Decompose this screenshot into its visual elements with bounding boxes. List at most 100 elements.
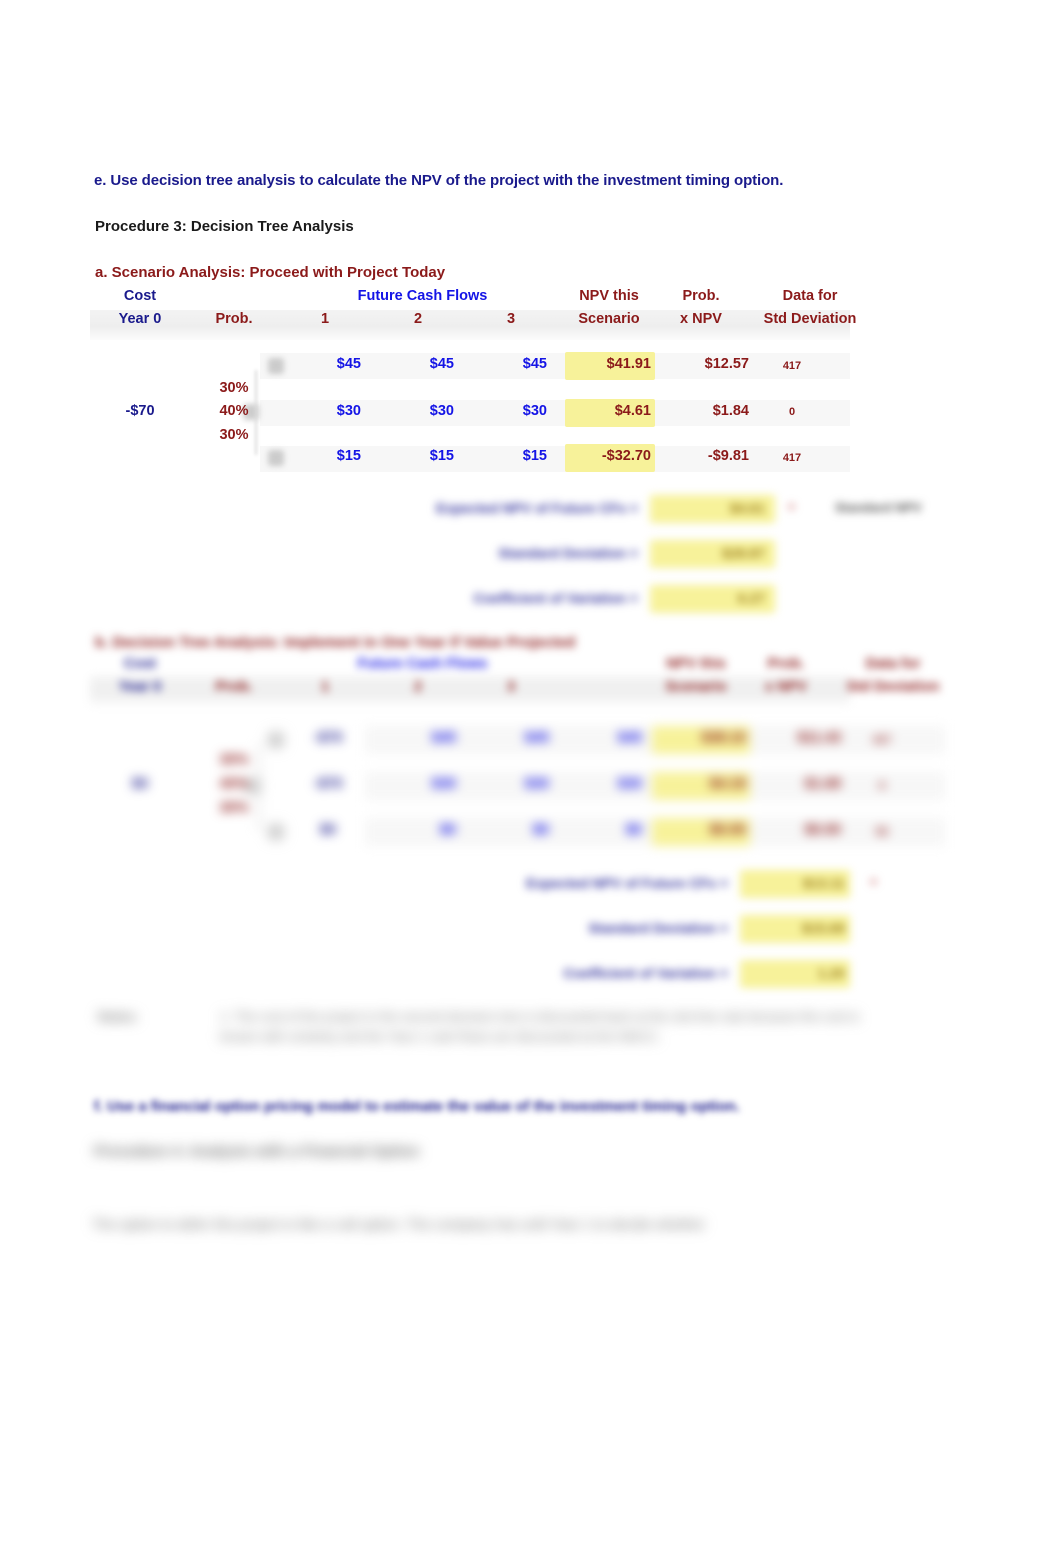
- scenario-row-cf1: $15: [336, 448, 361, 464]
- dt-row-cf3: $0: [625, 822, 642, 838]
- scenario-row-prob-x-npv: $12.57: [704, 356, 749, 372]
- dt-summary-value-std-deviation: $15.69: [802, 920, 845, 936]
- scenario-summary-block: Expected NPV of Future CFs = $4.61 = Sta…: [380, 490, 1000, 620]
- question-f-block: f. Use a financial option pricing model …: [90, 1098, 990, 1128]
- tree-node-icon: [268, 450, 284, 466]
- scenario-row-npv: $41.91: [606, 356, 651, 372]
- dt-row-npv: $0.00: [709, 822, 746, 838]
- dt-row-stddev-data: 417: [872, 734, 892, 746]
- dt-row-year1-cost: $0: [319, 822, 337, 838]
- scenario-row-cf3: $45: [522, 356, 547, 372]
- scenario-cost-year0: -$70: [125, 403, 155, 419]
- dt-row-prob-x-npv: $0.00: [804, 822, 841, 838]
- summary-label-coef-variation: Coefficient of Variation =: [473, 590, 638, 606]
- closing-text-block: The option to defer this project is like…: [88, 1216, 988, 1248]
- decision-tree-rows-block: $0 30% -$70 $45 $45 $45 $38.10 $11.43 41…: [90, 716, 990, 861]
- col-header-cost: Cost: [123, 288, 157, 304]
- scenario-row-prob: 30%: [219, 380, 249, 396]
- col-header-year-3: 3: [506, 311, 516, 327]
- col-header-future-cash-flows: Future Cash Flows: [357, 288, 488, 304]
- dt-summary-label-std-deviation: Standard Deviation =: [588, 920, 728, 936]
- dt-row-npv: $38.10: [701, 730, 746, 746]
- scenario-row-npv: $4.61: [614, 403, 651, 419]
- t2-col-header-future-cash-flows: Future Cash Flows: [357, 656, 488, 672]
- document-page: e. Use decision tree analysis to calcula…: [0, 0, 1062, 1556]
- col-header-npv-this: NPV this: [579, 288, 639, 304]
- scenario-row-stddev-data: 0: [788, 406, 796, 418]
- t2-col-header-year0: Year 0: [118, 679, 162, 695]
- col-header-std-deviation: Std Deviation: [763, 311, 857, 327]
- scenario-row-prob-x-npv: -$9.81: [707, 448, 749, 464]
- dt-summary-label-coef-variation: Coefficient of Variation =: [563, 965, 728, 981]
- col-header-year0: Year 0: [118, 311, 162, 327]
- tree-node-icon: [268, 824, 284, 840]
- col-header-year-2: 2: [413, 311, 423, 327]
- t2-col-header-cost: Cost: [123, 656, 157, 672]
- dt-row-prob-x-npv: $1.68: [804, 776, 841, 792]
- scenario-row-cf2: $30: [429, 403, 454, 419]
- col-header-prob2: Prob.: [682, 288, 720, 304]
- procedure-4-heading: Procedure 4: Analysis with a Financial O…: [94, 1143, 420, 1160]
- dt-summary-label-expected-npv: Expected NPV of Future CFs =: [526, 875, 728, 891]
- dt-row-cf2: $0: [532, 822, 549, 838]
- dt-row-prob: 30%: [219, 752, 249, 768]
- section-b-heading: b. Decision Tree Analysis: Implement in …: [95, 634, 576, 651]
- closing-text: The option to defer this project is like…: [92, 1216, 705, 1232]
- tree-node-icon: [268, 732, 284, 748]
- section-a-heading: a. Scenario Analysis: Proceed with Proje…: [95, 264, 446, 281]
- summary-side-note: Standard NPV: [835, 500, 922, 515]
- scenario-row-prob: 30%: [219, 427, 249, 443]
- dt-row-cf3: $45: [617, 730, 642, 746]
- col-header-prob-x-npv: x NPV: [680, 311, 722, 327]
- col-header-prob: Prob.: [215, 311, 253, 327]
- summary-value-std-deviation: $28.87: [722, 545, 765, 561]
- tree-node-icon: [268, 358, 284, 374]
- scenario-row-cf1: $45: [336, 356, 361, 372]
- question-f-heading: f. Use a financial option pricing model …: [94, 1098, 740, 1115]
- summary-value-coef-variation: 6.27: [737, 590, 765, 606]
- dt-row-prob: 40%: [219, 776, 249, 792]
- procedure-3-heading: Procedure 3: Decision Tree Analysis: [95, 218, 354, 235]
- t2-col-header-prob-x-npv: x NPV: [765, 679, 807, 695]
- dt-row-npv: $4.19: [709, 776, 746, 792]
- t2-col-header-data-for: Data for: [865, 656, 921, 672]
- t2-col-header-prob: Prob.: [215, 679, 253, 695]
- scenario-row-prob-x-npv: $1.84: [712, 403, 749, 419]
- col-header-data-for: Data for: [782, 288, 838, 304]
- col-header-npv-scenario: Scenario: [578, 311, 640, 327]
- summary-value-expected-npv: $4.61: [729, 500, 765, 516]
- question-e-heading: e. Use decision tree analysis to calcula…: [94, 172, 784, 189]
- scenario-row-cf2: $15: [429, 448, 454, 464]
- t2-col-header-year-2: 2: [413, 679, 423, 695]
- summary-label-std-deviation: Standard Deviation =: [498, 545, 638, 561]
- scenario-row-cf1: $30: [336, 403, 361, 419]
- scenario-row-stddev-data: 417: [782, 360, 802, 372]
- t2-col-header-npv-scenario: Scenario: [665, 679, 727, 695]
- dt-row-year1-cost: -$70: [313, 730, 343, 746]
- dt-row-prob-x-npv: $11.43: [797, 730, 841, 746]
- notes-label: Notes:: [98, 1009, 139, 1024]
- scenario-row-stddev-data: 417: [782, 452, 802, 464]
- t2-col-header-npv-this: NPV this: [666, 656, 726, 672]
- t2-col-header-year-1: 1: [320, 679, 330, 695]
- scenario-row-prob: 40%: [219, 403, 249, 419]
- dt-row-cf1: $45: [431, 730, 456, 746]
- dt-cost-year0: $0: [131, 776, 149, 792]
- dt-row-cf2: $45: [524, 730, 549, 746]
- procedure-4-block: Procedure 4: Analysis with a Financial O…: [90, 1143, 790, 1173]
- dt-summary-value-expected-npv: $13.11: [802, 875, 845, 891]
- summary-label-expected-npv: Expected NPV of Future CFs =: [436, 500, 638, 516]
- decision-tree-summary-block: Expected NPV of Future CFs = $13.11 = St…: [470, 865, 1000, 995]
- scenario-row-cf3: $15: [522, 448, 547, 464]
- col-header-year-1: 1: [320, 311, 330, 327]
- scenario-row-npv: -$32.70: [601, 448, 651, 464]
- dt-row-cf2: $30: [524, 776, 549, 792]
- scenario-row-cf2: $45: [429, 356, 454, 372]
- scenario-row-cf3: $30: [522, 403, 547, 419]
- dt-row-cf3: $30: [617, 776, 642, 792]
- dt-row-cf1: $0: [439, 822, 456, 838]
- dt-summary-equals-mark: =: [870, 875, 878, 889]
- notes-block: Notes: 1. The cost of the project in the…: [90, 1005, 990, 1065]
- section-b-header-block: b. Decision Tree Analysis: Implement in …: [90, 634, 990, 714]
- t2-col-header-year-3: 3: [506, 679, 516, 695]
